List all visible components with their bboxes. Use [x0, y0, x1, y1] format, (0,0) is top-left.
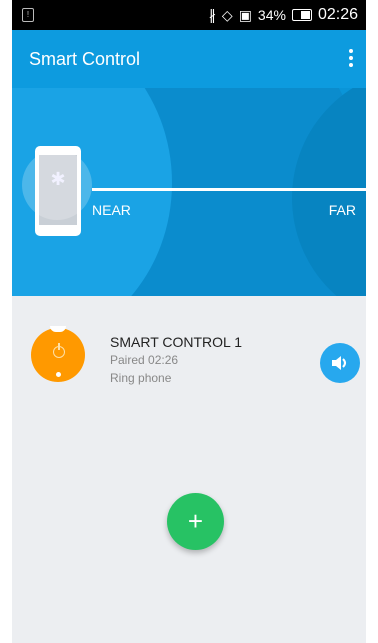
battery-percent: 34% [257, 7, 286, 23]
device-name: SMART CONTROL 1 [110, 334, 242, 350]
smart-tag-icon [31, 326, 85, 382]
phone-screen: ! ∦ ◇ ▣ 34% 02:26 Smart Control ✱ NEAR F… [12, 0, 366, 643]
range-ring-inner [22, 150, 92, 220]
device-action: Ring phone [110, 371, 172, 385]
app-bar: Smart Control [12, 30, 366, 88]
app-title: Smart Control [29, 49, 141, 69]
more-vert-icon[interactable] [346, 47, 356, 71]
power-icon [53, 343, 65, 358]
speaker-button[interactable] [320, 343, 360, 383]
range-visualizer: ✱ NEAR FAR [12, 88, 366, 296]
rotation-icon: ◇ [221, 6, 233, 23]
bluetooth-icon: ∦ [208, 6, 216, 23]
status-bar: ! ∦ ◇ ▣ 34% 02:26 [12, 0, 366, 30]
device-list-item[interactable]: SMART CONTROL 1 Paired 02:26 Ring phone [12, 316, 366, 396]
clock: 02:26 [317, 6, 358, 23]
device-paired-time: Paired 02:26 [110, 353, 179, 367]
sim-icon: ▣ [238, 6, 252, 23]
add-device-button[interactable]: + [167, 493, 224, 550]
far-label: FAR [328, 202, 356, 218]
notification-icon: ! [22, 8, 34, 22]
speaker-icon [332, 356, 346, 370]
battery-icon [291, 9, 312, 21]
near-label: NEAR [92, 202, 131, 218]
status-right: ∦ ◇ ▣ 34% 02:26 [209, 0, 358, 30]
range-line [92, 188, 366, 191]
